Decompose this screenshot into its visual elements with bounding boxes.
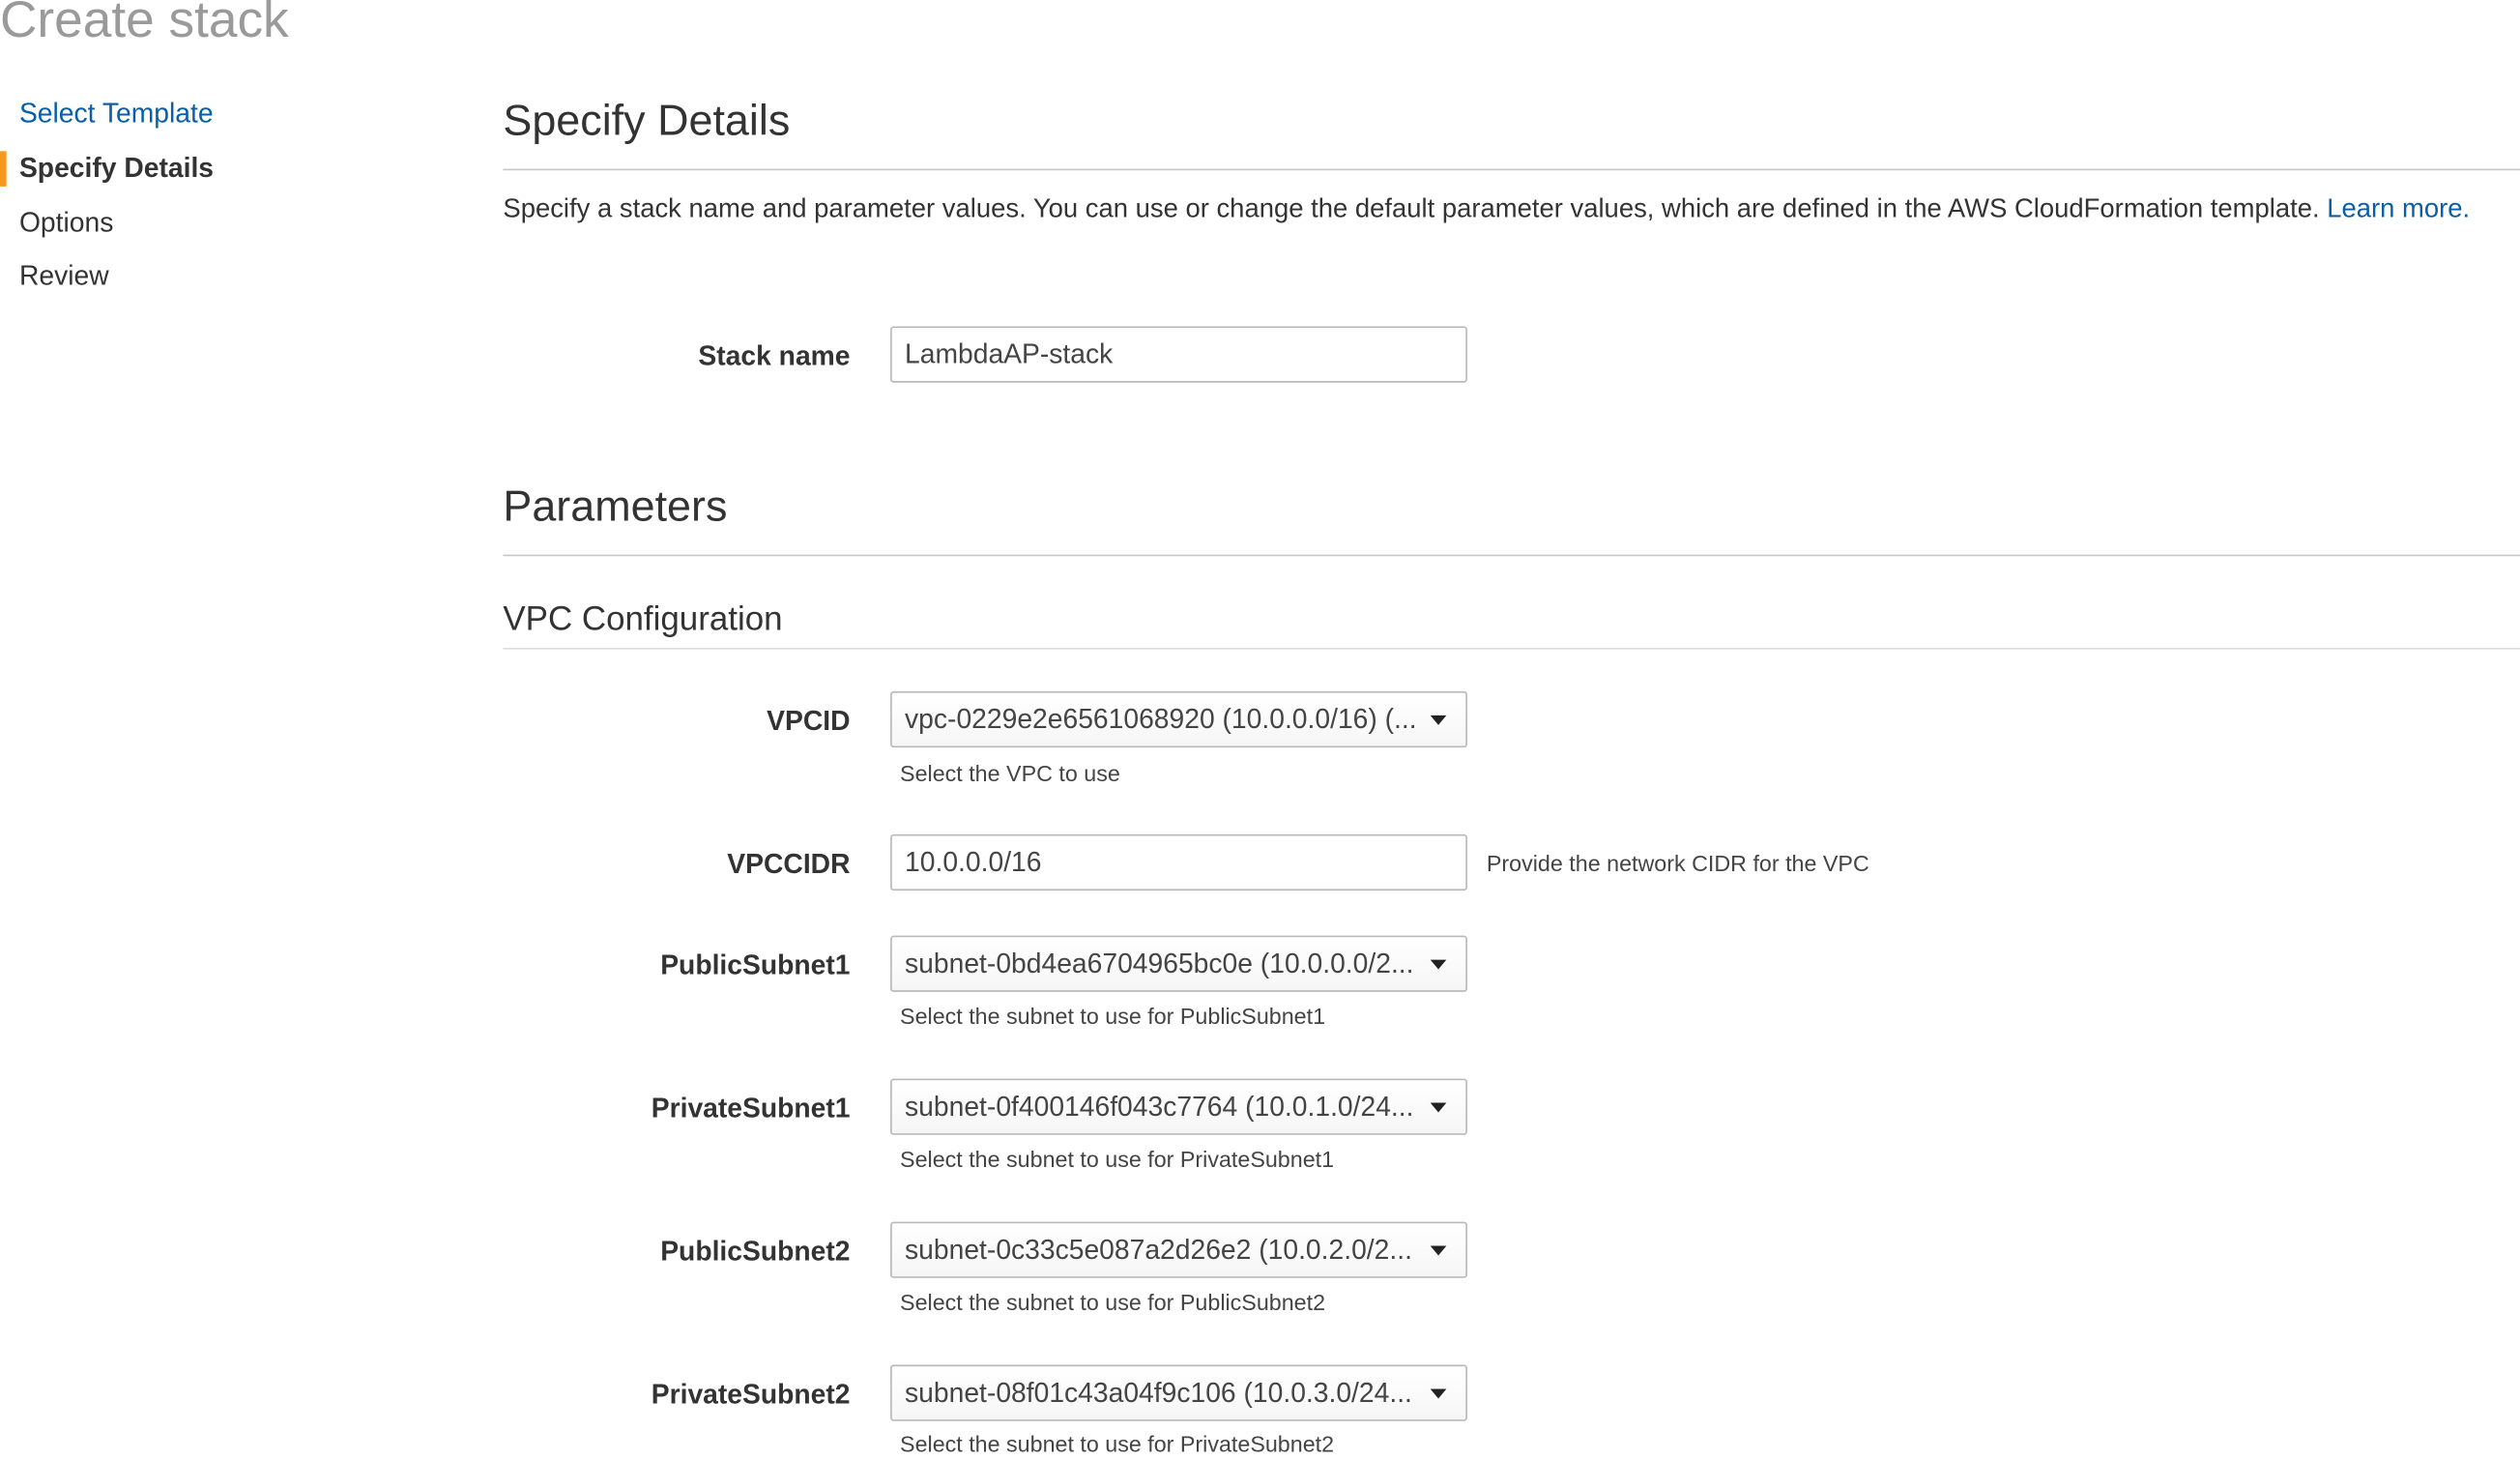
public-subnet2-label: PublicSubnet2 [660, 1236, 851, 1268]
private-subnet1-select[interactable]: subnet-0f400146f043c7764 (10.0.1.0/24... [890, 1078, 1467, 1135]
private-subnet1-selected-value: subnet-0f400146f043c7764 (10.0.1.0/24... [905, 1091, 1414, 1123]
create-stack-page: Create stack Select Template Specify Det… [0, 0, 2520, 1460]
parameters-heading: Parameters [503, 482, 728, 531]
private-subnet1-label: PrivateSubnet1 [651, 1093, 851, 1124]
public-subnet2-help-text: Select the subnet to use for PublicSubne… [900, 1289, 1326, 1316]
caret-down-icon [1430, 715, 1447, 725]
public-subnet1-select[interactable]: subnet-0bd4ea6704965bc0e (10.0.0.0/2... [890, 935, 1467, 992]
active-step-marker [0, 151, 7, 187]
public-subnet1-selected-value: subnet-0bd4ea6704965bc0e (10.0.0.0/2... [905, 948, 1414, 979]
private-subnet2-help-text: Select the subnet to use for PrivateSubn… [900, 1430, 1335, 1457]
description-text: Specify a stack name and parameter value… [503, 194, 2320, 224]
stack-name-label: Stack name [698, 340, 851, 372]
step-review[interactable]: Review [19, 260, 109, 292]
step-specify-details[interactable]: Specify Details [19, 153, 214, 185]
vpccidr-input[interactable] [891, 835, 1466, 890]
caret-down-icon [1430, 1102, 1447, 1113]
vpccidr-field[interactable] [890, 833, 1467, 891]
vpcid-select[interactable]: vpc-0229e2e6561068920 (10.0.0.0/16) (... [890, 690, 1467, 748]
public-subnet2-selected-value: subnet-0c33c5e087a2d26e2 (10.0.2.0/2... [905, 1234, 1412, 1266]
specify-details-heading: Specify Details [503, 96, 791, 145]
vpccidr-label: VPCCIDR [727, 848, 851, 880]
caret-down-icon [1430, 1388, 1447, 1399]
vpccidr-help-text: Provide the network CIDR for the VPC [1486, 850, 1869, 877]
details-description: Specify a stack name and parameter value… [503, 194, 2470, 225]
parameters-divider [503, 554, 2520, 557]
public-subnet2-select[interactable]: subnet-0c33c5e087a2d26e2 (10.0.2.0/2... [890, 1221, 1467, 1278]
vpcid-selected-value: vpc-0229e2e6561068920 (10.0.0.0/16) (... [905, 704, 1417, 735]
step-select-template[interactable]: Select Template [19, 98, 214, 130]
caret-down-icon [1430, 1245, 1447, 1256]
stack-name-field[interactable] [890, 326, 1467, 383]
private-subnet2-select[interactable]: subnet-08f01c43a04f9c106 (10.0.3.0/24... [890, 1364, 1467, 1421]
private-subnet2-label: PrivateSubnet2 [651, 1379, 851, 1411]
vpcid-label: VPCID [767, 705, 851, 737]
stack-name-input[interactable] [891, 328, 1466, 382]
section-divider [503, 168, 2520, 171]
private-subnet1-help-text: Select the subnet to use for PrivateSubn… [900, 1146, 1335, 1173]
private-subnet2-selected-value: subnet-08f01c43a04f9c106 (10.0.3.0/24... [905, 1377, 1412, 1409]
caret-down-icon [1430, 959, 1447, 970]
vpc-configuration-heading: VPC Configuration [503, 600, 783, 639]
public-subnet1-label: PublicSubnet1 [660, 949, 851, 981]
public-subnet1-help-text: Select the subnet to use for PublicSubne… [900, 1003, 1326, 1030]
vpc-configuration-divider [503, 648, 2520, 650]
page-title: Create stack [0, 0, 289, 48]
step-options[interactable]: Options [19, 207, 113, 239]
vpcid-help-text: Select the VPC to use [900, 760, 1120, 787]
learn-more-link[interactable]: Learn more. [2327, 194, 2470, 223]
